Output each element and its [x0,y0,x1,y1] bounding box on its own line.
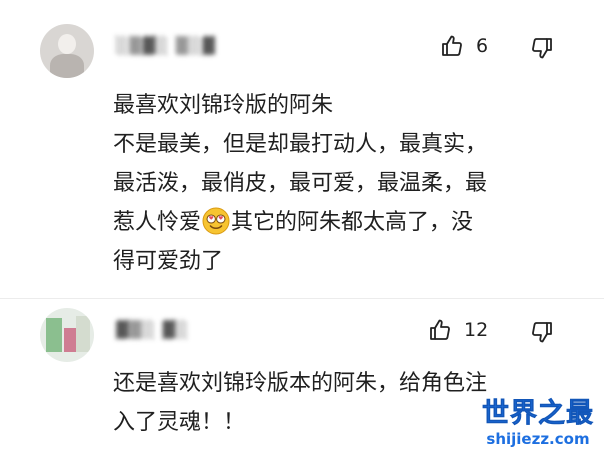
like-button[interactable]: 12 [428,318,488,342]
comment-line: 最喜欢刘锦玲版的阿朱 [113,93,334,118]
like-button[interactable]: 6 [440,34,488,58]
comment-1: ░▒▓░ ▒░▓ 6 最喜欢刘锦玲版的阿朱 不是最美，但是却最打动人，最真实， … [0,0,604,300]
thumbs-up-icon [440,34,464,58]
username[interactable]: ▓▒░ ▓░ [116,320,189,339]
username[interactable]: ░▒▓░ ▒░▓ [116,36,216,55]
dislike-button[interactable] [530,320,554,344]
watermark-title: 世界之最 [482,398,594,430]
comment-line: 不是最美，但是却最打动人，最真实， [113,132,488,157]
like-count: 6 [476,35,489,57]
thumbs-down-icon [530,36,554,60]
comment-text: 最喜欢刘锦玲版的阿朱 不是最美，但是却最打动人，最真实， 最活泼，最俏皮，最可爱… [113,86,553,281]
avatar[interactable] [40,308,94,362]
dislike-button[interactable] [530,36,554,60]
thumbs-down-icon [530,320,554,344]
smiling-face-with-heart-eyes-icon [202,207,230,235]
watermark-url: shijiezz.com [486,430,590,448]
comment-line: 最活泼，最俏皮，最可爱，最温柔，最 [113,171,488,196]
thumbs-up-icon [428,318,452,342]
comment-divider [0,298,604,299]
comment-fragment: 其它的阿朱都太高了，没 [231,210,474,235]
watermark-logo: 世界之最 shijiezz.com [482,398,594,448]
comment-line: 得可爱劲了 [113,249,224,274]
like-count: 12 [464,319,489,341]
comment-fragment: 惹人怜爱 [113,210,202,235]
avatar[interactable] [40,24,94,78]
comment-line-with-emoji: 惹人怜爱 其它的阿朱都太高了，没 [113,203,553,242]
